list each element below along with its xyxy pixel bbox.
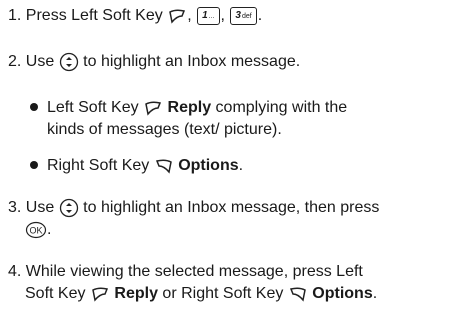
right-soft-key-icon [289, 287, 306, 302]
bullet-text: Right Soft Key [47, 157, 150, 174]
bullet-text: complying with the [215, 99, 348, 116]
left-soft-key-icon [169, 9, 186, 24]
options-label: Options [312, 285, 373, 302]
options-label: Options [178, 157, 239, 174]
step-number: 3. [8, 199, 22, 217]
separator: , [187, 7, 192, 24]
left-soft-key-icon [92, 287, 108, 302]
punctuation: . [238, 157, 244, 174]
key-letters: ... [208, 12, 215, 20]
key-number: 3 [235, 9, 241, 21]
nav-key-icon [59, 52, 78, 72]
separator: , [220, 7, 225, 24]
step-2: 2. Use to highlight an Inbox message. [8, 52, 300, 72]
step-text: Use [25, 199, 55, 217]
key-number: 1 [202, 9, 208, 21]
nav-key-icon [59, 198, 78, 218]
key-letters: def [241, 12, 252, 20]
bullet-text-line2: kinds of messages (text/ picture). [47, 121, 282, 138]
step-1: 1. Press Left Soft Key , 1..., 3def. [8, 6, 262, 26]
step-text: Soft Key [25, 285, 86, 302]
step-text: While viewing the selected message, pres… [25, 263, 363, 280]
bullet-2: Right Soft Key Options. [30, 156, 243, 176]
step-number: 4. [8, 263, 22, 280]
step-text: to highlight an Inbox message, then pres… [83, 199, 380, 217]
key-3-icon: 3def [230, 6, 257, 25]
step-3-line2: OK. [25, 220, 51, 240]
step-4-line2: Soft Key Reply or Right Soft Key Options… [25, 284, 377, 304]
bullet-1: Left Soft Key Reply complying with the [30, 98, 347, 118]
step-text: or Right Soft Key [162, 285, 284, 302]
step-text: Press Left Soft Key [25, 7, 163, 24]
step-number: 1. [8, 7, 22, 24]
step-text: Use [25, 53, 55, 71]
right-soft-key-icon [155, 159, 172, 174]
left-soft-key-icon [145, 101, 162, 116]
step-4: 4. While viewing the selected message, p… [8, 262, 363, 282]
reply-label: Reply [114, 285, 158, 302]
reply-label: Reply [167, 99, 212, 116]
bullet-dot [30, 161, 38, 170]
svg-text:OK: OK [29, 225, 42, 235]
punctuation: . [372, 285, 378, 302]
step-text: to highlight an Inbox message. [83, 53, 301, 71]
key-1-icon: 1... [197, 6, 220, 25]
punctuation: . [257, 7, 263, 24]
step-number: 2. [8, 53, 22, 71]
bullet-dot [30, 103, 38, 112]
step-3: 3. Use to highlight an Inbox message, th… [8, 198, 379, 218]
ok-key-icon: OK [25, 221, 47, 238]
bullet-text: Left Soft Key [47, 99, 139, 116]
